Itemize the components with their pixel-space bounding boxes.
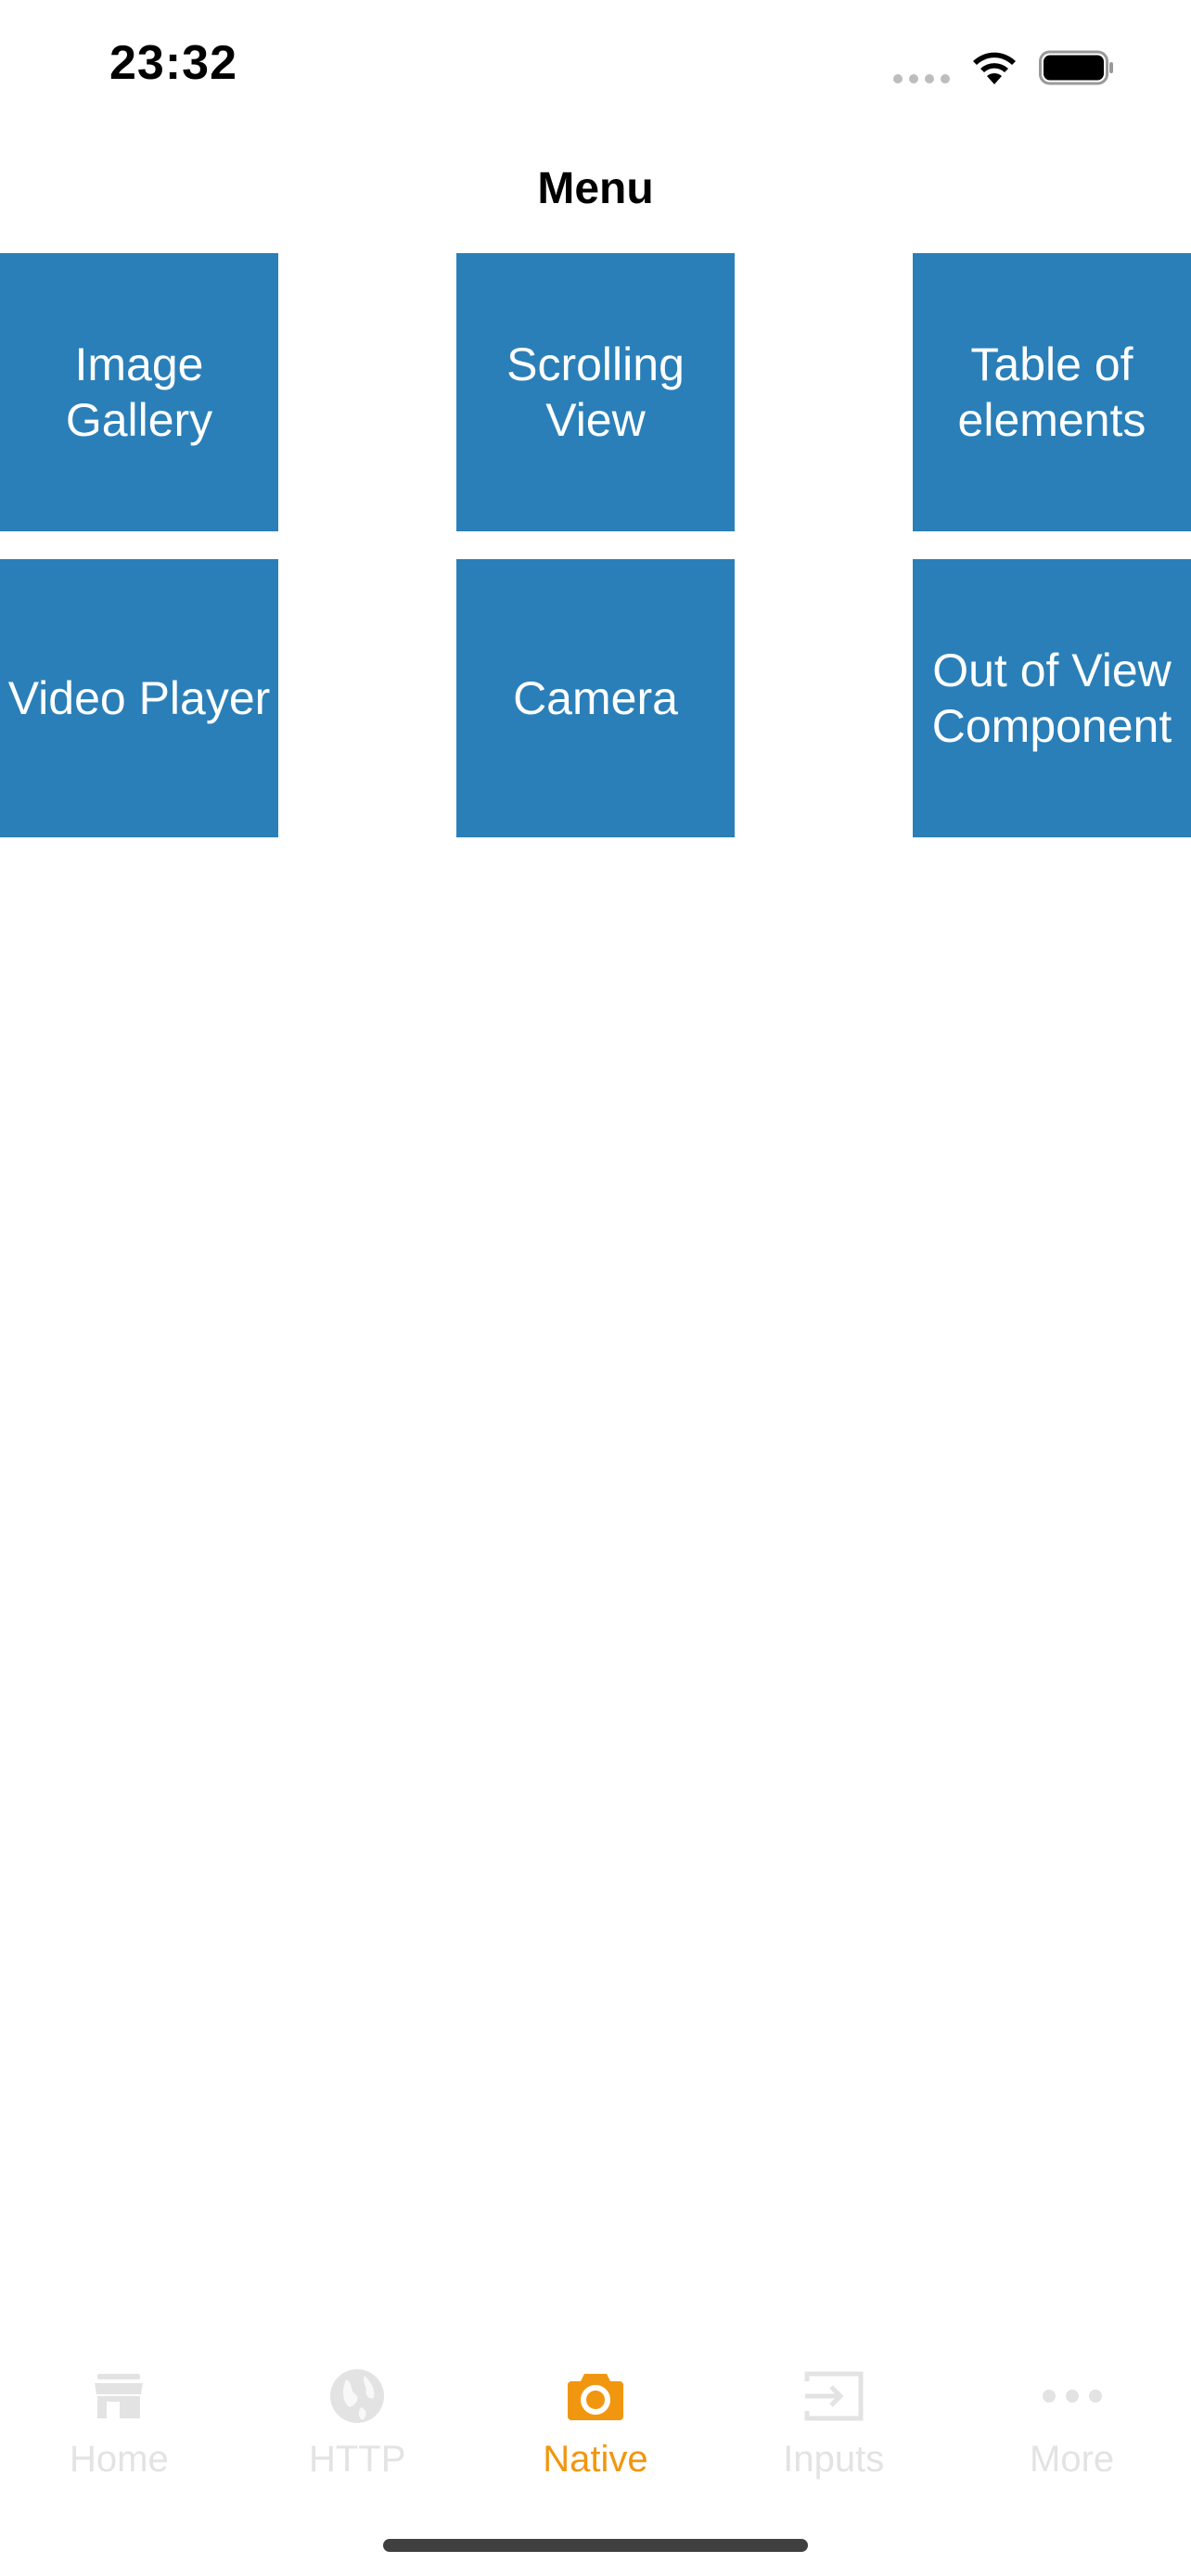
- tab-label: Native: [543, 2439, 648, 2480]
- tab-native[interactable]: Native: [477, 2337, 715, 2504]
- wifi-icon: [973, 52, 1016, 84]
- scrolling-view-button[interactable]: Scrolling View: [456, 253, 735, 531]
- tab-label: More: [1030, 2439, 1115, 2480]
- tab-http[interactable]: HTTP: [238, 2337, 477, 2504]
- tab-home[interactable]: Home: [0, 2337, 238, 2504]
- image-gallery-button[interactable]: Image Gallery: [0, 253, 278, 531]
- home-indicator[interactable]: [383, 2539, 808, 2552]
- tab-label: Home: [70, 2439, 169, 2480]
- tab-more[interactable]: More: [953, 2337, 1191, 2504]
- tab-inputs[interactable]: Inputs: [714, 2337, 953, 2504]
- tab-label: HTTP: [308, 2439, 406, 2480]
- battery-icon: [1039, 50, 1113, 85]
- tab-label: Inputs: [783, 2439, 885, 2480]
- signal-dots-icon: [893, 46, 950, 89]
- status-icons: [893, 45, 1115, 91]
- globe-icon: [324, 2363, 391, 2429]
- camera-button[interactable]: Camera: [456, 559, 735, 837]
- status-bar: 23:32: [0, 0, 1191, 130]
- input-icon: [800, 2363, 867, 2429]
- out-of-view-component-button[interactable]: Out of View Component: [913, 559, 1191, 837]
- video-player-button[interactable]: Video Player: [0, 559, 278, 837]
- page-title: Menu: [537, 164, 654, 213]
- status-time: 23:32: [109, 36, 237, 90]
- tab-bar: Home HTTP Native Inputs More: [0, 2337, 1191, 2504]
- camera-icon: [562, 2363, 629, 2429]
- more-icon: [1039, 2363, 1106, 2429]
- table-of-elements-button[interactable]: Table of elements: [913, 253, 1191, 531]
- store-icon: [85, 2363, 152, 2429]
